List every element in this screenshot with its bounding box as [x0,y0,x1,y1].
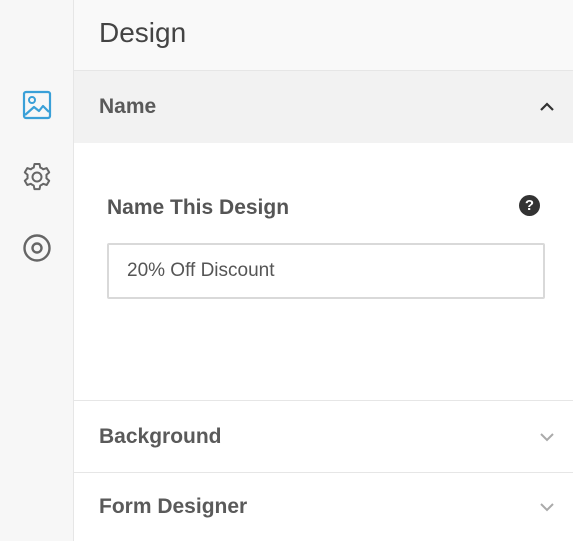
section-body-name: Name This Design ? [74,143,573,400]
section-header-background[interactable]: Background [74,400,573,472]
section-header-name[interactable]: Name [74,71,573,143]
image-icon [22,90,52,120]
help-icon[interactable]: ? [519,195,540,216]
section-label-form-designer: Form Designer [99,495,248,518]
targeting-tab-button[interactable] [19,230,55,266]
chevron-up-icon [540,102,554,111]
section-header-form-designer[interactable]: Form Designer [74,472,573,541]
design-tab-button[interactable] [19,87,55,123]
side-rail [0,0,74,541]
design-panel: Design Name Name This Design ? Backgroun… [74,0,573,541]
section-label-name: Name [99,95,157,118]
settings-tab-button[interactable] [19,159,55,195]
page-title: Design [99,17,187,48]
chevron-down-icon [540,503,554,512]
panel-header: Design [74,0,573,71]
target-icon [23,234,51,262]
chevron-down-icon [540,432,554,441]
gear-icon [23,163,51,191]
name-field-label: Name This Design [107,196,290,219]
design-name-input[interactable] [107,243,545,299]
section-label-background: Background [99,424,222,448]
